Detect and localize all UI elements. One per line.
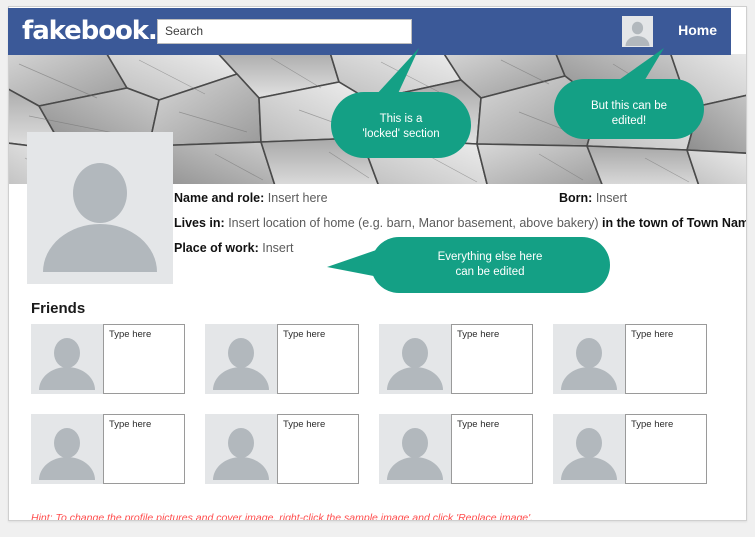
- friend-card[interactable]: Type here: [205, 324, 367, 394]
- info-row-born: Born: Insert: [559, 190, 627, 206]
- callout-edited-text: But this can be edited!: [554, 90, 704, 138]
- callout-can-be-edited: But this can be edited!: [554, 48, 704, 146]
- info-value-name[interactable]: Insert here: [268, 191, 328, 205]
- callout-edited-line1: But this can be: [590, 100, 668, 112]
- info-value-born[interactable]: Insert: [596, 191, 627, 205]
- friend-avatar[interactable]: [379, 414, 451, 484]
- friend-name-input[interactable]: Type here: [451, 414, 533, 484]
- info-label-lives-in: Lives in:: [174, 216, 225, 230]
- user-avatar-icon: [31, 414, 103, 484]
- friend-card[interactable]: Type here: [205, 414, 367, 484]
- info-value-place-of-work[interactable]: Insert: [262, 241, 293, 255]
- hint-text: Hint: To change the profile pictures and…: [31, 512, 534, 521]
- callout-edited-line2: edited!: [611, 115, 647, 127]
- hint-prefix: Hint:: [31, 512, 53, 521]
- friend-card[interactable]: Type here: [31, 414, 193, 484]
- friend-name-input[interactable]: Type here: [625, 414, 707, 484]
- user-avatar-icon: [205, 414, 277, 484]
- friend-card[interactable]: Type here: [553, 414, 715, 484]
- friend-avatar[interactable]: [553, 414, 625, 484]
- friend-card[interactable]: Type here: [553, 324, 715, 394]
- callout-else-text: Everything else here can be edited: [370, 239, 610, 291]
- friend-name-input[interactable]: Type here: [277, 324, 359, 394]
- callout-locked-line2: 'locked' section: [362, 128, 440, 140]
- friend-name-input[interactable]: Type here: [625, 324, 707, 394]
- user-avatar-icon: [553, 414, 625, 484]
- brand-dot: .: [147, 16, 158, 46]
- info-label-name: Name and role:: [174, 191, 265, 205]
- callout-locked-line1: This is a: [379, 113, 423, 125]
- friend-name-input[interactable]: Type here: [277, 414, 359, 484]
- callout-everything-else: Everything else here can be edited: [327, 237, 610, 293]
- callout-else-line2: can be edited: [455, 266, 525, 278]
- info-row-name: Name and role: Insert here Born: Insert: [174, 190, 734, 206]
- user-avatar-icon: [553, 324, 625, 394]
- user-avatar-icon: [31, 324, 103, 394]
- search-input[interactable]: Search: [157, 19, 412, 44]
- user-avatar-icon: [27, 132, 173, 284]
- callout-locked-text: This is a 'locked' section: [331, 103, 471, 151]
- info-label-born: Born:: [559, 191, 593, 205]
- user-avatar-icon: [379, 324, 451, 394]
- callout-else-line1: Everything else here: [437, 251, 543, 263]
- friend-card[interactable]: Type here: [31, 324, 193, 394]
- user-avatar-icon: [379, 414, 451, 484]
- friend-avatar[interactable]: [205, 324, 277, 394]
- friend-avatar[interactable]: [205, 414, 277, 484]
- friend-avatar[interactable]: [553, 324, 625, 394]
- page-root: Name and role: Insert here Born: Insert …: [0, 0, 755, 537]
- brand-logo: fakebook.: [22, 16, 158, 46]
- friend-name-input[interactable]: Type here: [103, 324, 185, 394]
- friend-name-input[interactable]: Type here: [451, 324, 533, 394]
- callout-locked-section: This is a 'locked' section: [331, 48, 471, 160]
- friend-avatar[interactable]: [31, 324, 103, 394]
- user-avatar-icon: [622, 16, 653, 47]
- info-label-place-of-work: Place of work:: [174, 241, 259, 255]
- brand-text: fakebook: [22, 16, 149, 46]
- friend-card[interactable]: Type here: [379, 324, 541, 394]
- home-link[interactable]: Home: [678, 22, 717, 38]
- friends-heading: Friends: [31, 300, 86, 317]
- info-row-lives-in: Lives in: Insert location of home (e.g. …: [174, 215, 746, 231]
- friend-name-input[interactable]: Type here: [103, 414, 185, 484]
- info-value-town[interactable]: in the town of Town Name: [602, 216, 746, 230]
- friend-avatar[interactable]: [31, 414, 103, 484]
- friend-avatar[interactable]: [379, 324, 451, 394]
- friend-card[interactable]: Type here: [379, 414, 541, 484]
- profile-picture[interactable]: [27, 132, 173, 284]
- header-avatar[interactable]: [622, 16, 653, 47]
- hint-body: To change the profile pictures and cover…: [52, 512, 534, 521]
- user-avatar-icon: [205, 324, 277, 394]
- info-value-lives-in[interactable]: Insert location of home (e.g. barn, Mano…: [228, 216, 598, 230]
